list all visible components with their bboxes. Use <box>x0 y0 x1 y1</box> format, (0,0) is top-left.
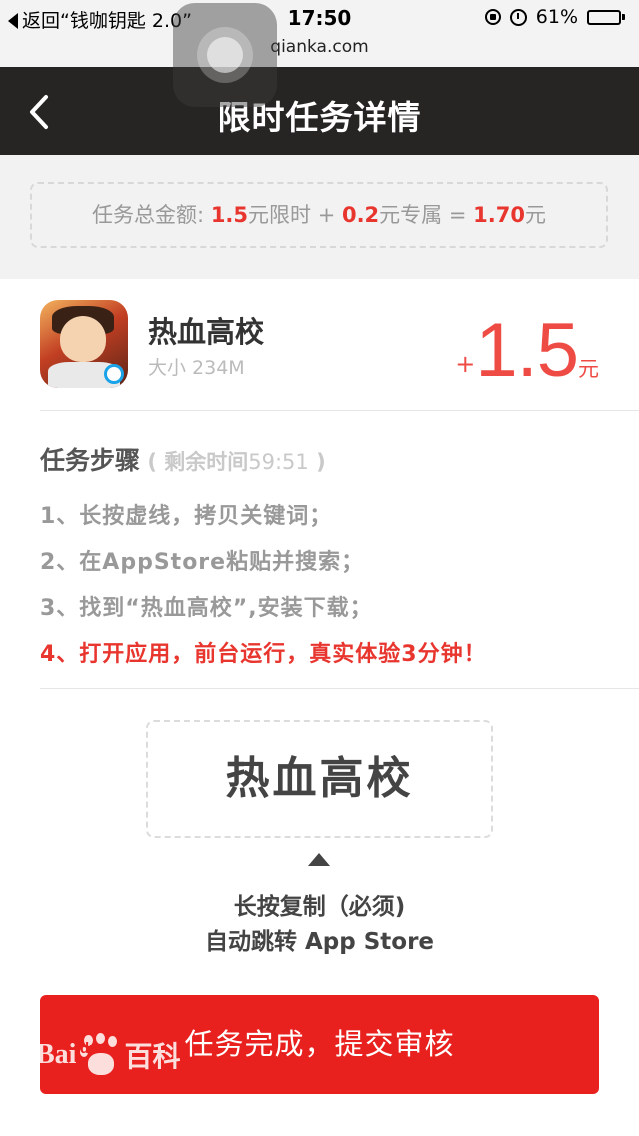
divider <box>40 410 639 411</box>
exclusive-amount: 0.2 <box>341 203 380 227</box>
amount-prefix: 任务总金额: <box>92 203 211 227</box>
step-item-2: 2、在AppStore粘贴并搜索； <box>40 550 365 575</box>
reward-plus: + <box>455 350 476 378</box>
total-amount: 1.70 <box>473 203 525 227</box>
reward-value: 1.5 <box>475 308 579 393</box>
nav-bar: 限时任务详情 <box>0 67 639 155</box>
assistive-touch-button[interactable] <box>173 3 277 107</box>
baidu-baike-watermark: Bai du 百科 <box>36 1030 180 1080</box>
app-info: 热血高校 大小 234M +1.5元 <box>0 279 639 411</box>
remaining-time: ( 剩余时间59:51 ) <box>140 450 326 474</box>
app-reward: +1.5元 <box>455 307 599 394</box>
divider <box>40 688 639 689</box>
keyword-copy-box[interactable]: 热血高校 <box>146 720 493 838</box>
total-amount-banner: 任务总金额: 1.5元限时 + 0.2元专属 = 1.70元 <box>30 182 608 248</box>
app-name: 热血高校 <box>148 315 265 349</box>
orientation-lock-icon <box>484 9 501 25</box>
copy-hint: 长按复制（必须) <box>233 894 406 920</box>
steps-title: 任务步骤 ( 剩余时间59:51 ) <box>40 441 326 477</box>
battery-icon <box>587 9 625 25</box>
step-item-4: 4、打开应用，前台运行，真实体验3分钟！ <box>40 642 487 667</box>
watermark-bai: Bai <box>36 1039 77 1070</box>
status-bar: 返回“钱咖钥匙 2.0” 17:50 qianka.com 61% <box>0 0 639 67</box>
alarm-icon <box>509 8 527 26</box>
app-icon <box>40 300 128 388</box>
exclusive-label: 元专属 = <box>379 203 474 227</box>
limited-amount: 1.5 <box>210 203 249 227</box>
platform-badge-icon <box>104 364 124 384</box>
watermark-baike: 百科 <box>124 1040 181 1073</box>
step-item-3: 3、找到“热血高校”,安装下载； <box>40 596 373 621</box>
app-size: 大小 234M <box>148 357 245 379</box>
page-url: qianka.com <box>270 37 369 57</box>
redirect-hint: 自动跳转 App Store <box>204 929 435 955</box>
limited-label: 元限时 + <box>248 203 342 227</box>
countdown-timer: 59:51 <box>248 450 309 474</box>
total-unit: 元 <box>524 203 546 227</box>
step-item-1: 1、长按虚线，拷贝关键词； <box>40 504 333 529</box>
steps-heading: 任务步骤 <box>40 446 141 475</box>
amount-section: 任务总金额: 1.5元限时 + 0.2元专属 = 1.70元 <box>0 155 639 279</box>
up-arrow-icon <box>308 853 330 866</box>
reward-unit: 元 <box>578 357 599 381</box>
status-icons: 61% <box>484 6 625 28</box>
watermark-du: du <box>80 1040 99 1057</box>
battery-percent: 61% <box>535 6 578 28</box>
page-title: 限时任务详情 <box>217 98 422 137</box>
